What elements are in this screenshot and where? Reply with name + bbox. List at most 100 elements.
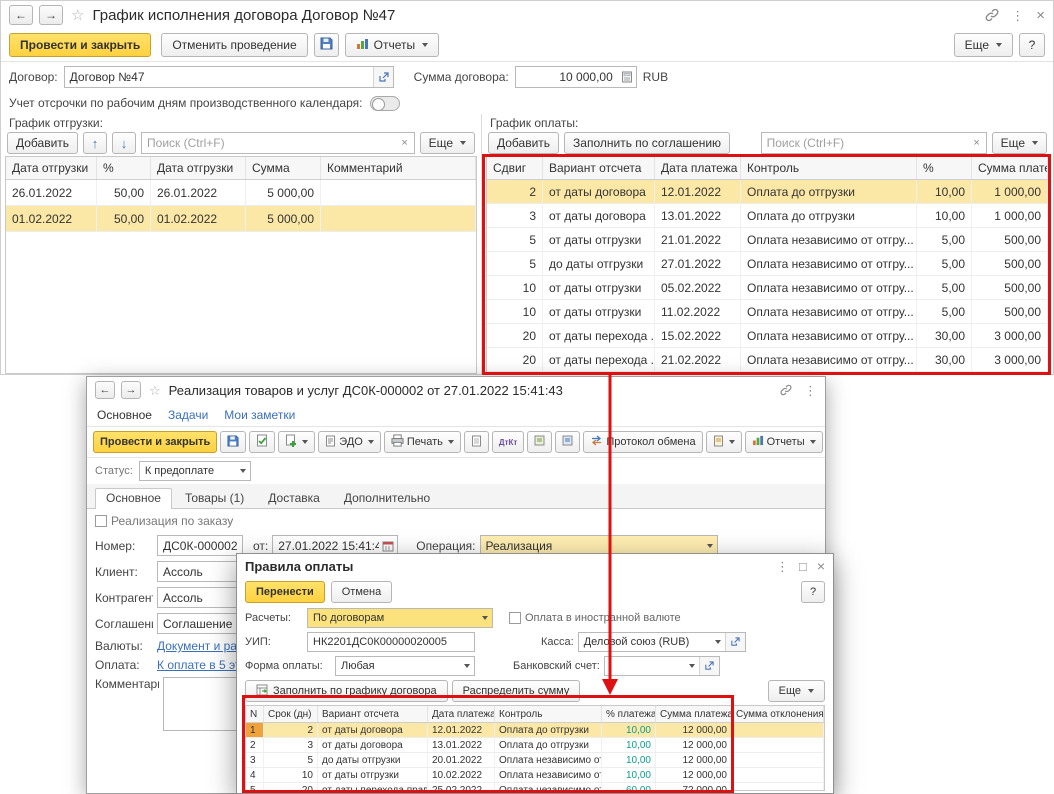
cell-comment[interactable] [321,180,476,206]
cell-row-number[interactable]: 3 [246,753,264,768]
cell-control[interactable]: Оплата независимо от отгру... [741,300,917,324]
cell-count-variant[interactable]: от даты договора [543,180,655,204]
cell-control[interactable]: Оплата до отгрузки [495,723,602,738]
shipment-column-header[interactable]: Комментарий [321,157,476,179]
cell-pay-date[interactable]: 11.02.2022 [655,300,741,324]
cell-shift[interactable]: 5 [487,228,543,252]
cell-row-number[interactable]: 4 [246,768,264,783]
clear-search-icon[interactable]: × [968,137,986,149]
cell-pay-date[interactable]: 12.01.2022 [428,723,495,738]
cell-deviation-amount[interactable] [732,738,824,753]
rules-table-row[interactable]: 2 3 от даты договора 13.01.2022 Оплата д… [246,738,824,753]
dt-kt-button[interactable]: ДтКт [491,431,525,453]
payment-column-header[interactable]: Контроль [741,157,917,179]
cell-control[interactable]: Оплата до отгрузки [741,180,917,204]
cell-count-variant[interactable]: от даты договора [318,723,428,738]
cell-pay-amount[interactable]: 500,00 [972,252,1048,276]
document-tab[interactable]: Дополнительно [333,488,441,508]
cell-pay-date[interactable]: 27.01.2022 [655,252,741,276]
close-icon[interactable]: × [1036,8,1045,23]
cell-deviation-amount[interactable] [732,783,824,790]
post-and-close-button[interactable]: Провести и закрыть [9,33,152,57]
payment-table-row[interactable]: 10 от даты отгрузки 11.02.2022 Оплата не… [487,300,1048,324]
more-button[interactable]: Еще [953,33,1013,57]
cell-shift[interactable]: 10 [487,276,543,300]
move-up-button[interactable]: ↑ [83,132,108,154]
doc-post-and-close-button[interactable]: Провести и закрыть [93,431,218,453]
restore-window-icon[interactable]: □ [799,560,807,573]
favorite-star-icon[interactable]: ☆ [149,384,161,397]
payment-add-button[interactable]: Добавить [488,132,560,154]
cell-percent[interactable]: 5,00 [917,300,972,324]
forward-button[interactable]: → [121,381,141,399]
cell-ship-date-2[interactable]: 26.01.2022 [151,180,246,206]
cell-pay-amount[interactable]: 72 000,00 [656,783,732,790]
cell-pay-amount[interactable]: 500,00 [972,300,1048,324]
payment-column-header[interactable]: Дата платежа [655,157,741,179]
cell-shift[interactable]: 5 [487,252,543,276]
cell-control[interactable]: Оплата независимо от отгру... [741,324,917,348]
cell-percent[interactable]: 10,00 [602,723,656,738]
cell-count-variant[interactable]: от даты договора [543,204,655,228]
cell-count-variant[interactable]: от даты перехода ... [543,348,655,372]
cell-deviation-amount[interactable] [732,753,824,768]
cell-term-days[interactable]: 10 [264,768,318,783]
cell-control[interactable]: Оплата независимо от отгру... [741,276,917,300]
kebab-menu-icon[interactable]: ⋮ [776,560,789,573]
settlements-select[interactable]: По договорам [307,608,493,628]
calculator-icon[interactable] [618,71,636,83]
cell-shift[interactable]: 3 [487,204,543,228]
cell-pay-date[interactable]: 12.01.2022 [655,180,741,204]
cell-term-days[interactable]: 2 [264,723,318,738]
cashbox-select[interactable]: Деловой союз (RUB) [577,632,746,652]
cell-pay-date[interactable]: 21.01.2022 [655,228,741,252]
cell-pay-date[interactable]: 10.02.2022 [428,768,495,783]
shipment-table-row[interactable]: 01.02.2022 50,00 01.02.2022 5 000,00 [6,206,476,232]
cell-control[interactable]: Оплата независимо от отгр... [495,768,602,783]
deferral-toggle[interactable] [370,95,401,111]
cell-control[interactable]: Оплата до отгрузки [741,204,917,228]
cell-percent[interactable]: 10,00 [602,738,656,753]
payment-table-row[interactable]: 2 от даты договора 12.01.2022 Оплата до … [487,180,1048,204]
payment-table-row[interactable]: 5 от даты отгрузки 21.01.2022 Оплата нез… [487,228,1048,252]
cell-shift[interactable]: 20 [487,324,543,348]
cell-count-variant[interactable]: от даты отгрузки [543,228,655,252]
doc-save-button[interactable] [220,431,247,453]
cancel-button[interactable]: Отмена [330,581,393,603]
subordination-structure-button[interactable] [555,431,581,453]
cell-pay-amount[interactable]: 12 000,00 [656,738,732,753]
cell-control[interactable]: Оплата независимо от отгр... [495,753,602,768]
cell-percent[interactable]: 10,00 [917,204,972,228]
cell-term-days[interactable]: 20 [264,783,318,790]
cell-percent[interactable]: 5,00 [917,276,972,300]
cell-row-number[interactable]: 5 [246,783,264,790]
help-button[interactable]: ? [1019,33,1045,57]
rules-table-row[interactable]: 5 20 от даты перехода прав... 25.02.2022… [246,783,824,790]
rules-column-header[interactable]: N [246,706,264,722]
invoice-button[interactable] [463,431,489,453]
move-down-button[interactable]: ↓ [112,132,137,154]
cell-pay-amount[interactable]: 500,00 [972,276,1048,300]
fill-by-schedule-button[interactable]: Заполнить по графику договора [245,680,448,702]
cell-pay-amount[interactable]: 500,00 [972,228,1048,252]
by-order-checkbox[interactable] [95,515,107,527]
save-button[interactable] [313,33,339,57]
calendar-icon[interactable] [379,540,397,552]
shipment-column-header[interactable]: Дата отгрузки [151,157,246,179]
cell-shift[interactable]: 2 [487,180,543,204]
fill-by-agreement-button[interactable]: Заполнить по соглашению [564,132,731,154]
back-button[interactable]: ← [9,5,33,25]
print-button[interactable]: Печать [383,431,461,453]
cell-ship-date[interactable]: 01.02.2022 [6,206,97,232]
reports-button[interactable]: Отчеты [344,33,440,57]
cell-pay-date[interactable]: 20.01.2022 [428,753,495,768]
nav-tab[interactable]: Задачи [168,408,208,422]
cell-count-variant[interactable]: от даты отгрузки [543,276,655,300]
edo-button[interactable]: ЭДО [318,431,381,453]
cell-amount[interactable]: 5 000,00 [246,206,321,232]
cell-control[interactable]: Оплата независимо от отгру... [741,252,917,276]
cell-control[interactable]: Оплата независимо от отгр... [495,783,602,790]
uip-field[interactable]: НК2201ДС0К00000020005 [307,632,475,652]
payment-column-header[interactable]: Вариант отсчета [543,157,655,179]
nav-tab[interactable]: Основное [97,408,152,422]
